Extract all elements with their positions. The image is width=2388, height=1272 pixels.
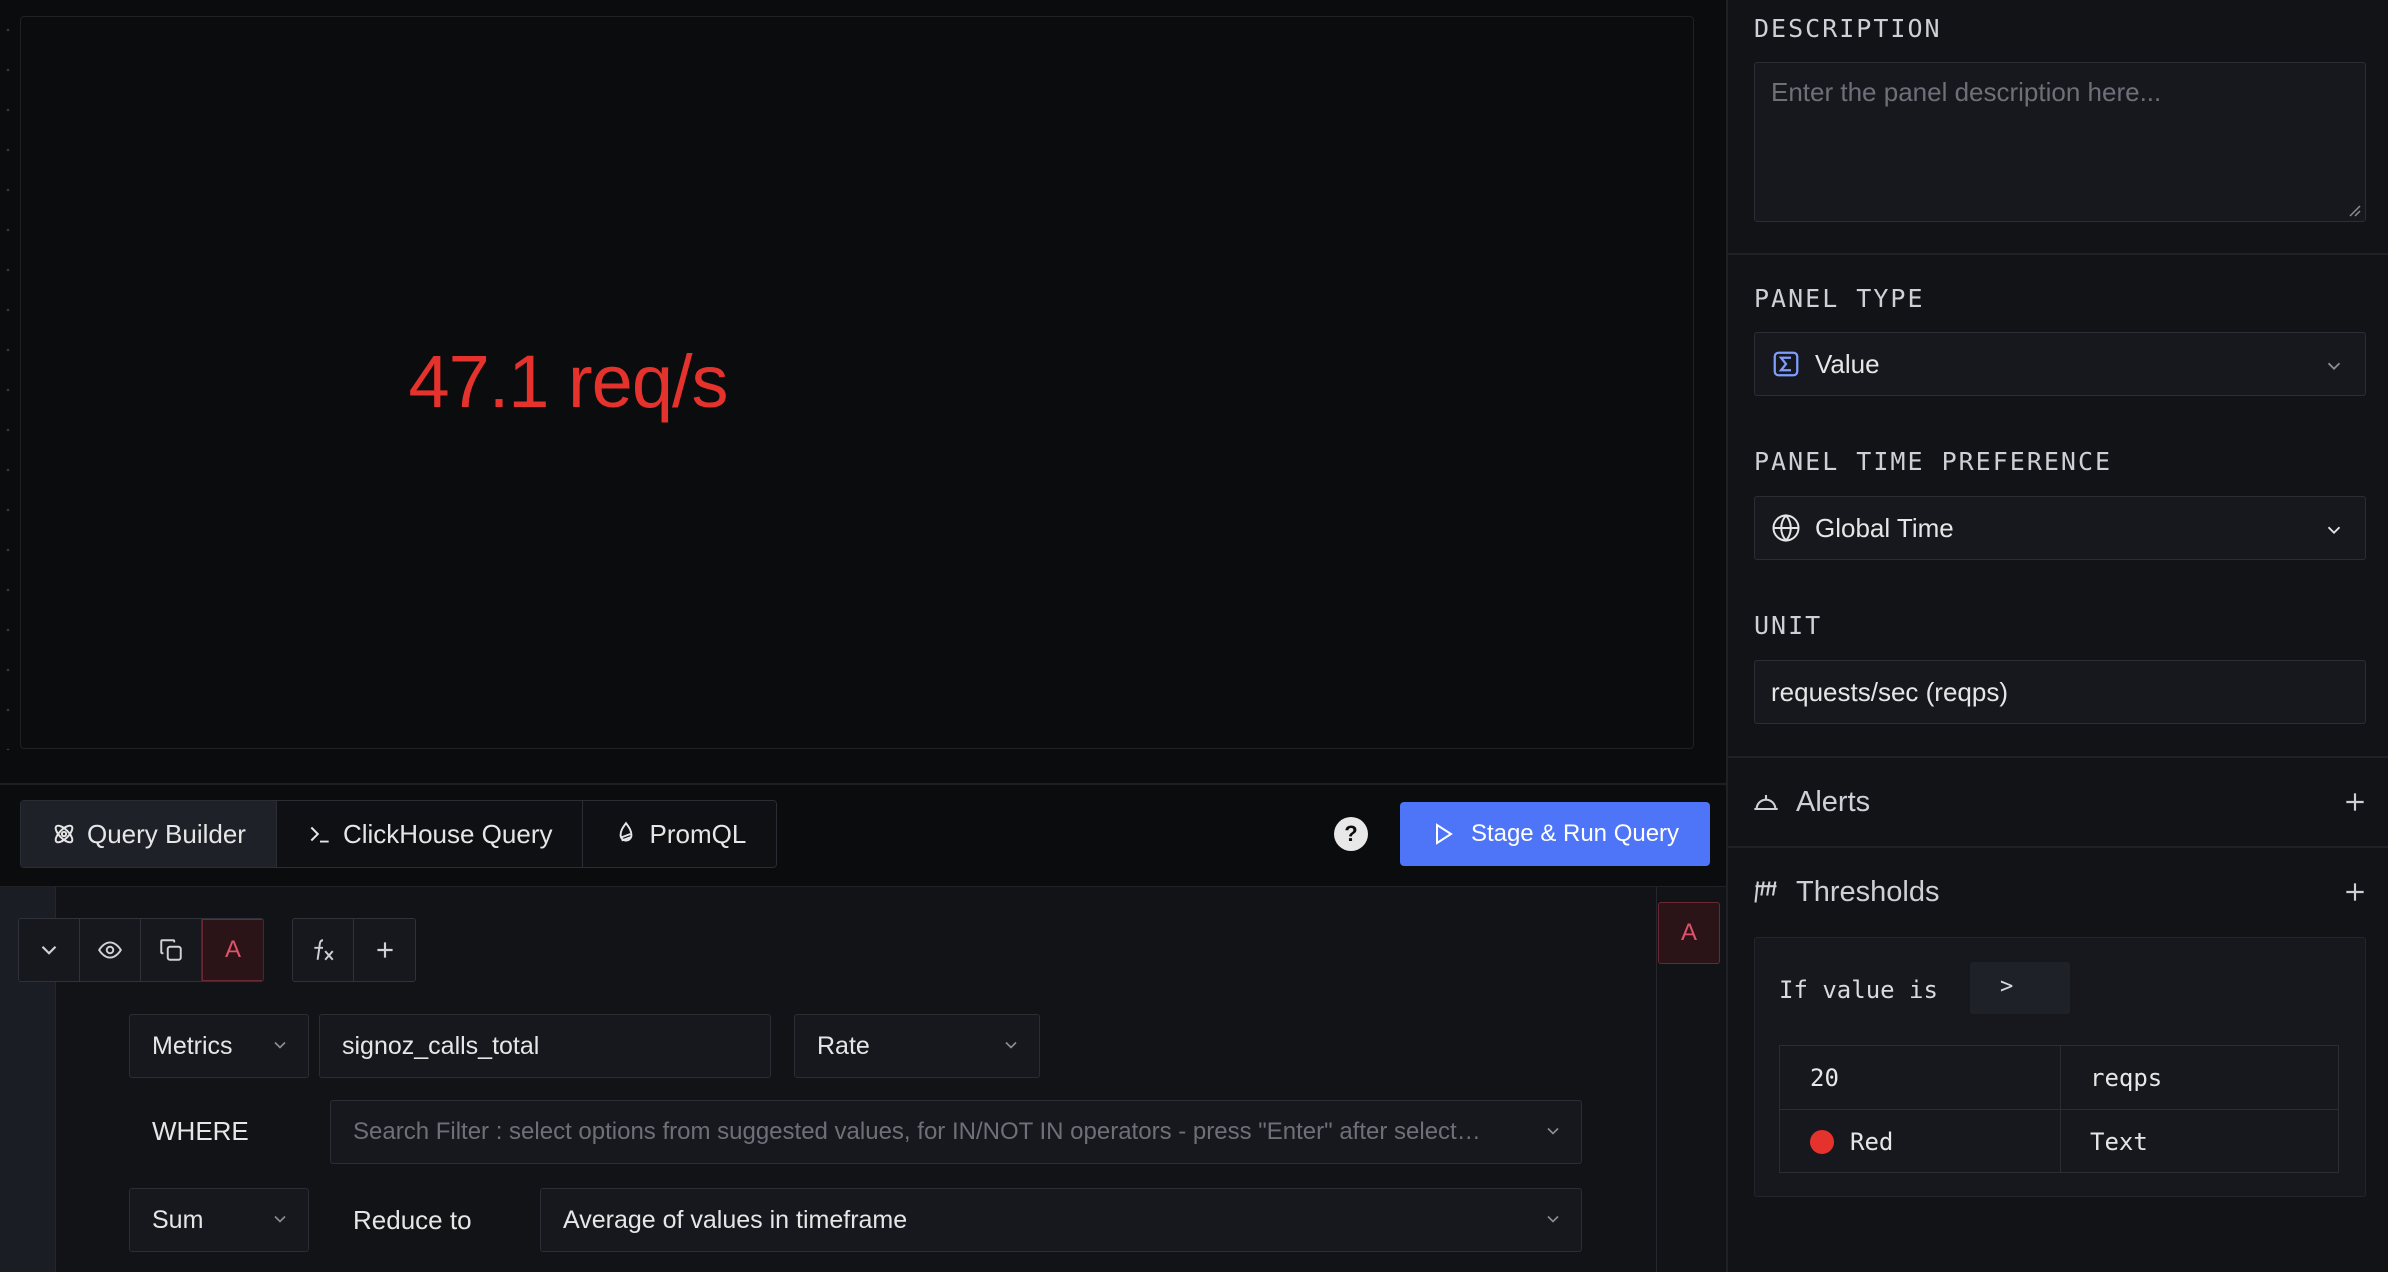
divider — [1728, 756, 2388, 758]
description-label: DESCRIPTION — [1754, 14, 1942, 43]
terminal-icon — [310, 826, 329, 843]
panel-type-select[interactable]: Value — [1754, 332, 2366, 396]
plus-icon — [376, 942, 393, 958]
aggregate-operator-value: Rate — [817, 1031, 870, 1060]
unit-select[interactable]: requests/sec (reqps) — [1754, 660, 2366, 724]
add-threshold-icon[interactable] — [2342, 879, 2368, 905]
panel-time-preference-select[interactable]: Global Time — [1754, 496, 2366, 560]
panel-time-preference-value: Global Time — [1815, 512, 1954, 543]
help-icon[interactable]: ? — [1334, 817, 1368, 851]
chevron-down-icon — [1547, 1215, 1559, 1223]
color-swatch — [1810, 1130, 1834, 1154]
data-source-select[interactable]: Metrics — [129, 1014, 309, 1078]
dashboard-panel-editor: 47.1 req/s Query Builder ClickHouse Quer… — [0, 0, 2388, 1272]
reduce-to-label: Reduce to — [353, 1205, 472, 1235]
alerts-label: Alerts — [1796, 785, 1871, 818]
space-aggregation-value: Sum — [152, 1205, 204, 1234]
bell-concierge-icon — [1754, 795, 1778, 811]
filter-placeholder: Search Filter : select options from sugg… — [353, 1118, 1481, 1145]
threshold-value-input[interactable]: 20 — [1810, 1046, 1839, 1110]
add-query-button[interactable] — [354, 919, 415, 981]
filter-search-input[interactable]: Search Filter : select options from sugg… — [330, 1100, 1582, 1164]
copy-query-button[interactable] — [141, 919, 202, 981]
resize-divider[interactable] — [0, 783, 1726, 785]
add-formula-button[interactable] — [293, 919, 354, 981]
query-builder-icon — [54, 824, 74, 844]
collapse-button[interactable] — [19, 919, 80, 981]
threshold-item: If value is > 20 reqps Red Text — [1754, 937, 2366, 1197]
threshold-operator-select[interactable]: > — [1970, 962, 2070, 1014]
threshold-condition-label: If value is — [1779, 976, 1938, 1004]
grid-dots — [6, 10, 10, 750]
chevron-down-icon — [41, 945, 57, 955]
toggle-visibility-button[interactable] — [80, 919, 141, 981]
eye-icon — [98, 941, 122, 959]
alerts-section: Alerts — [1752, 777, 2368, 827]
panel-type-label: PANEL TYPE — [1754, 284, 1925, 313]
chevron-down-icon — [274, 1215, 286, 1223]
threshold-table: 20 reqps Red Text — [1779, 1045, 2339, 1173]
threshold-icon — [1754, 881, 1777, 903]
space-aggregation-select[interactable]: Sum — [129, 1188, 309, 1252]
threshold-color-select[interactable]: Red — [1810, 1110, 1893, 1174]
copy-icon — [160, 939, 182, 961]
data-source-value: Metrics — [152, 1031, 233, 1060]
description-textarea[interactable]: Enter the panel description here... — [1754, 62, 2366, 222]
formula-actions — [292, 918, 416, 982]
run-button-label: Stage & Run Query — [1470, 820, 1680, 847]
thresholds-label: Thresholds — [1796, 875, 1940, 908]
unit-value: requests/sec (reqps) — [1771, 676, 2008, 707]
editor-left-area: 47.1 req/s Query Builder ClickHouse Quer… — [0, 0, 1726, 1272]
divider — [1728, 846, 2388, 848]
chevron-down-icon — [2327, 526, 2341, 535]
tab-label: Query Builder — [87, 818, 246, 849]
tab-label: ClickHouse Query — [342, 818, 553, 849]
metric-name-value: signoz_calls_total — [342, 1031, 540, 1060]
promql-icon — [620, 821, 633, 842]
panel-time-preference-label: PANEL TIME PREFERENCE — [1754, 447, 2113, 476]
reduce-to-select[interactable]: Average of values in timeframe — [540, 1188, 1582, 1252]
threshold-format-select[interactable]: Text — [2090, 1110, 2148, 1174]
reduce-to-value: Average of values in timeframe — [563, 1205, 908, 1234]
metric-name-input[interactable]: signoz_calls_total — [319, 1014, 771, 1078]
tab-promql[interactable]: PromQL — [583, 801, 777, 867]
query-a-badge[interactable]: A — [1658, 902, 1720, 964]
preview-value: 47.1 req/s — [408, 340, 728, 423]
stage-and-run-query-button[interactable]: Stage & Run Query — [1400, 802, 1710, 866]
add-alert-icon[interactable] — [2342, 789, 2368, 815]
tab-query-builder[interactable]: Query Builder — [21, 801, 277, 867]
sigma-icon — [1773, 351, 1799, 377]
panel-settings: DESCRIPTION Enter the panel description … — [1726, 0, 2388, 1272]
panel-preview: 47.1 req/s — [20, 16, 1694, 749]
query-type-tabs: Query Builder ClickHouse Query PromQL — [20, 800, 778, 868]
play-icon — [1435, 823, 1453, 845]
threshold-unit-select[interactable]: reqps — [2090, 1046, 2162, 1110]
globe-icon — [1772, 513, 1800, 543]
function-icon — [314, 939, 334, 961]
query-name-badge[interactable]: A — [202, 919, 263, 981]
chevron-down-icon — [2327, 362, 2341, 371]
chevron-down-icon — [274, 1041, 286, 1049]
tab-label: PromQL — [649, 818, 747, 849]
thresholds-section: Thresholds — [1752, 867, 2368, 917]
panel-type-value: Value — [1815, 348, 1880, 379]
threshold-color-label: Red — [1850, 1128, 1894, 1156]
query-actions: A — [18, 918, 264, 982]
tab-clickhouse-query[interactable]: ClickHouse Query — [276, 801, 584, 867]
description-placeholder: Enter the panel description here... — [1771, 77, 2162, 107]
aggregate-operator-select[interactable]: Rate — [794, 1014, 1040, 1078]
divider — [1728, 253, 2388, 255]
resize-handle-icon[interactable] — [2347, 203, 2361, 217]
chevron-down-icon — [1005, 1041, 1017, 1049]
unit-label: UNIT — [1754, 611, 1823, 640]
where-label: WHERE — [152, 1116, 249, 1146]
chevron-down-icon — [1547, 1127, 1559, 1135]
